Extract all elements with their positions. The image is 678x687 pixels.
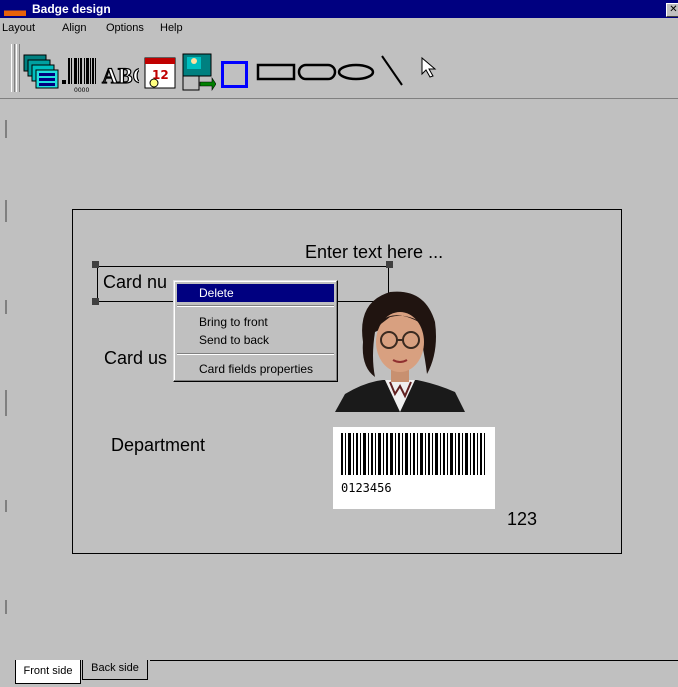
barcode-icon[interactable]: 0000	[62, 53, 98, 93]
rectangle-icon[interactable]	[256, 60, 298, 100]
text-field-enter-text[interactable]: Enter text here ...	[305, 242, 443, 262]
ruler-mark	[5, 300, 7, 314]
line-icon[interactable]	[378, 52, 408, 92]
number-field[interactable]: 123	[507, 509, 537, 529]
portrait-photo[interactable]	[335, 282, 465, 412]
barcode-element[interactable]: 0123456	[333, 427, 495, 509]
ellipse-icon[interactable]	[337, 60, 377, 100]
card-stack-icon[interactable]	[22, 53, 60, 93]
date-calendar-icon[interactable]: 12	[142, 53, 178, 93]
title-bar: Badge design ✕	[0, 0, 678, 18]
context-menu: Delete Bring to front Send to back Card …	[173, 280, 338, 382]
menu-item-delete[interactable]: Delete	[177, 284, 334, 302]
toolbar: 0000 ABC 12	[0, 38, 678, 99]
ruler-mark	[5, 390, 7, 416]
barcode-value: 0123456	[341, 481, 392, 495]
app-icon	[4, 2, 26, 16]
tabs-divider	[150, 660, 678, 661]
resize-handle[interactable]	[92, 261, 99, 268]
photo-import-icon[interactable]	[180, 51, 216, 91]
window-title: Badge design	[32, 2, 111, 16]
ruler-mark	[5, 120, 7, 138]
ruler-mark	[5, 500, 7, 512]
menu-item-send-to-back[interactable]: Send to back	[177, 331, 334, 349]
close-button[interactable]: ✕	[666, 3, 678, 17]
menu-separator	[177, 353, 334, 355]
barcode-bars	[341, 433, 485, 475]
tab-front-side[interactable]: Front side	[15, 660, 81, 684]
rounded-rectangle-icon[interactable]	[296, 60, 338, 100]
menu-bar: Layout Align Options Help	[0, 18, 678, 38]
pointer-icon[interactable]	[418, 55, 442, 95]
text-abc-icon[interactable]: ABC	[101, 53, 139, 93]
menu-layout[interactable]: Layout	[2, 21, 35, 35]
menu-item-card-fields-properties[interactable]: Card fields properties	[177, 360, 334, 378]
toolbar-grip	[11, 44, 15, 92]
svg-text:0000: 0000	[74, 87, 89, 93]
card-user-field[interactable]: Card us	[104, 348, 167, 368]
menu-options[interactable]: Options	[106, 21, 144, 35]
menu-item-bring-to-front[interactable]: Bring to front	[177, 313, 334, 331]
side-tabs: Front side Back side	[0, 660, 678, 687]
resize-handle[interactable]	[92, 298, 99, 305]
ruler-mark	[5, 600, 7, 614]
tab-back-side[interactable]: Back side	[82, 660, 148, 680]
frame-icon[interactable]	[221, 61, 248, 88]
resize-handle[interactable]	[386, 261, 393, 268]
menu-separator	[177, 305, 334, 307]
ruler-mark	[5, 200, 7, 222]
department-field[interactable]: Department	[111, 435, 205, 455]
menu-help[interactable]: Help	[160, 21, 183, 35]
menu-align[interactable]: Align	[62, 21, 86, 35]
svg-text:ABC: ABC	[102, 63, 139, 88]
toolbar-grip	[16, 44, 20, 92]
